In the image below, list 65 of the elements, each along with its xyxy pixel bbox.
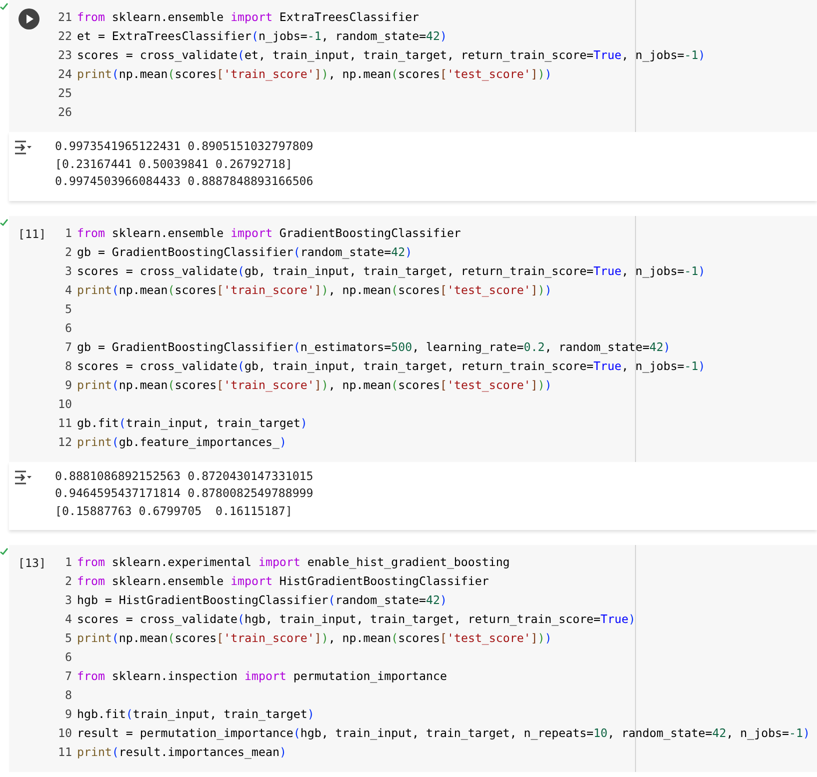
code-line: from sklearn.ensemble import HistGradientBoostingClassifier: [77, 573, 489, 590]
line-number: 11: [57, 744, 72, 761]
code-line: from sklearn.experimental import enable_hist_gradient_boosting: [77, 554, 510, 571]
code-cell[interactable]: [9, 216, 817, 462]
output-line: 0.8881086892152563 0.8720430147331015: [55, 468, 314, 484]
code-cell[interactable]: [9, 545, 817, 772]
line-number: 8: [64, 358, 72, 374]
line-number: 3: [64, 262, 72, 280]
code-line: gb.fit(train_input, train_target): [77, 414, 308, 432]
line-number: 21: [57, 9, 72, 26]
code-line: scores = cross_validate(et, train_input, train_target, return_train_score=True, n_jobs=-1): [77, 47, 706, 64]
code-line: gb = GradientBoostingClassifier(random_state=42): [77, 244, 412, 261]
line-number: 5: [64, 630, 72, 647]
code-line: from sklearn.ensemble import ExtraTreesClassifier: [77, 9, 420, 26]
line-number: 6: [64, 320, 72, 336]
line-number: 7: [64, 338, 72, 356]
output-line: 0.9974503966084433 0.8887848893166506: [55, 173, 314, 190]
code-line: gb = GradientBoostingClassifier(n_estimators=500, learning_rate=0.2, random_state=42): [77, 338, 670, 356]
line-number: 9: [64, 706, 72, 723]
line-number: 10: [57, 725, 72, 742]
line-number: 3: [64, 592, 72, 609]
output-line: [0.23167441 0.50039841 0.26792718]: [55, 156, 294, 172]
output-toggle-icon[interactable]: [13, 140, 32, 155]
line-number: 8: [64, 687, 72, 704]
output-toggle-icon[interactable]: [13, 470, 32, 484]
output-line: 0.9464595437171814 0.8780082549788999: [55, 485, 314, 502]
line-number: 5: [64, 300, 72, 318]
code-line: scores = cross_validate(gb, train_input, train_target, return_train_score=True, n_jobs=-1): [77, 358, 706, 375]
line-number: 26: [57, 104, 72, 121]
line-number: 7: [64, 668, 72, 685]
line-number: 23: [57, 47, 72, 64]
execution-count: [11]: [18, 226, 46, 242]
output-line: [0.15887763 0.6799705 0.16115187]: [55, 502, 294, 520]
code-line: print(np.mean(scores['train_score']), np.mean(scores['test_score'])): [77, 282, 552, 299]
line-number: 24: [57, 66, 72, 83]
line-number: 4: [64, 282, 72, 298]
line-number: 25: [57, 85, 72, 102]
line-number: 12: [57, 434, 72, 450]
line-number: 22: [57, 28, 72, 45]
line-number: 2: [64, 244, 72, 260]
line-number: 6: [64, 649, 72, 666]
code-line: hgb = HistGradientBoostingClassifier(random_state=42): [77, 592, 447, 609]
line-number: 4: [64, 611, 72, 628]
code-line: result = permutation_importance(hgb, train_input, train_target, n_repeats=10, random_state=42, n_jobs=-1): [77, 725, 810, 742]
code-line: scores = cross_validate(hgb, train_input, train_target, return_train_score=True): [77, 611, 636, 628]
line-number: 9: [64, 376, 72, 394]
line-number: 10: [57, 396, 72, 412]
code-line: from sklearn.inspection import permutation_importance: [77, 668, 447, 685]
code-line: print(result.importances_mean): [77, 744, 286, 761]
code-cell[interactable]: [9, 0, 817, 132]
code-line: from sklearn.ensemble import GradientBoostingClassifier: [77, 224, 461, 242]
code-line: et = ExtraTreesClassifier(n_jobs=-1, random_state=42): [77, 28, 447, 45]
run-button[interactable]: [18, 8, 40, 30]
line-number: 1: [64, 554, 72, 571]
code-line: hgb.fit(train_input, train_target): [77, 706, 314, 723]
line-number: 2: [64, 573, 72, 590]
code-line: scores = cross_validate(gb, train_input, train_target, return_train_score=True, n_jobs=-1): [77, 262, 706, 280]
code-line: print(np.mean(scores['train_score']), np.mean(scores['test_score'])): [77, 66, 552, 83]
output-line: 0.9973541965122431 0.8905151032797809: [55, 138, 314, 155]
line-number: 1: [64, 224, 72, 242]
code-line: print(np.mean(scores['train_score']), np.mean(scores['test_score'])): [77, 630, 552, 647]
code-line: print(gb.feature_importances_): [77, 434, 286, 451]
line-number: 11: [57, 414, 72, 432]
execution-count: [13]: [18, 555, 46, 572]
code-line: print(np.mean(scores['train_score']), np.mean(scores['test_score'])): [77, 376, 552, 394]
